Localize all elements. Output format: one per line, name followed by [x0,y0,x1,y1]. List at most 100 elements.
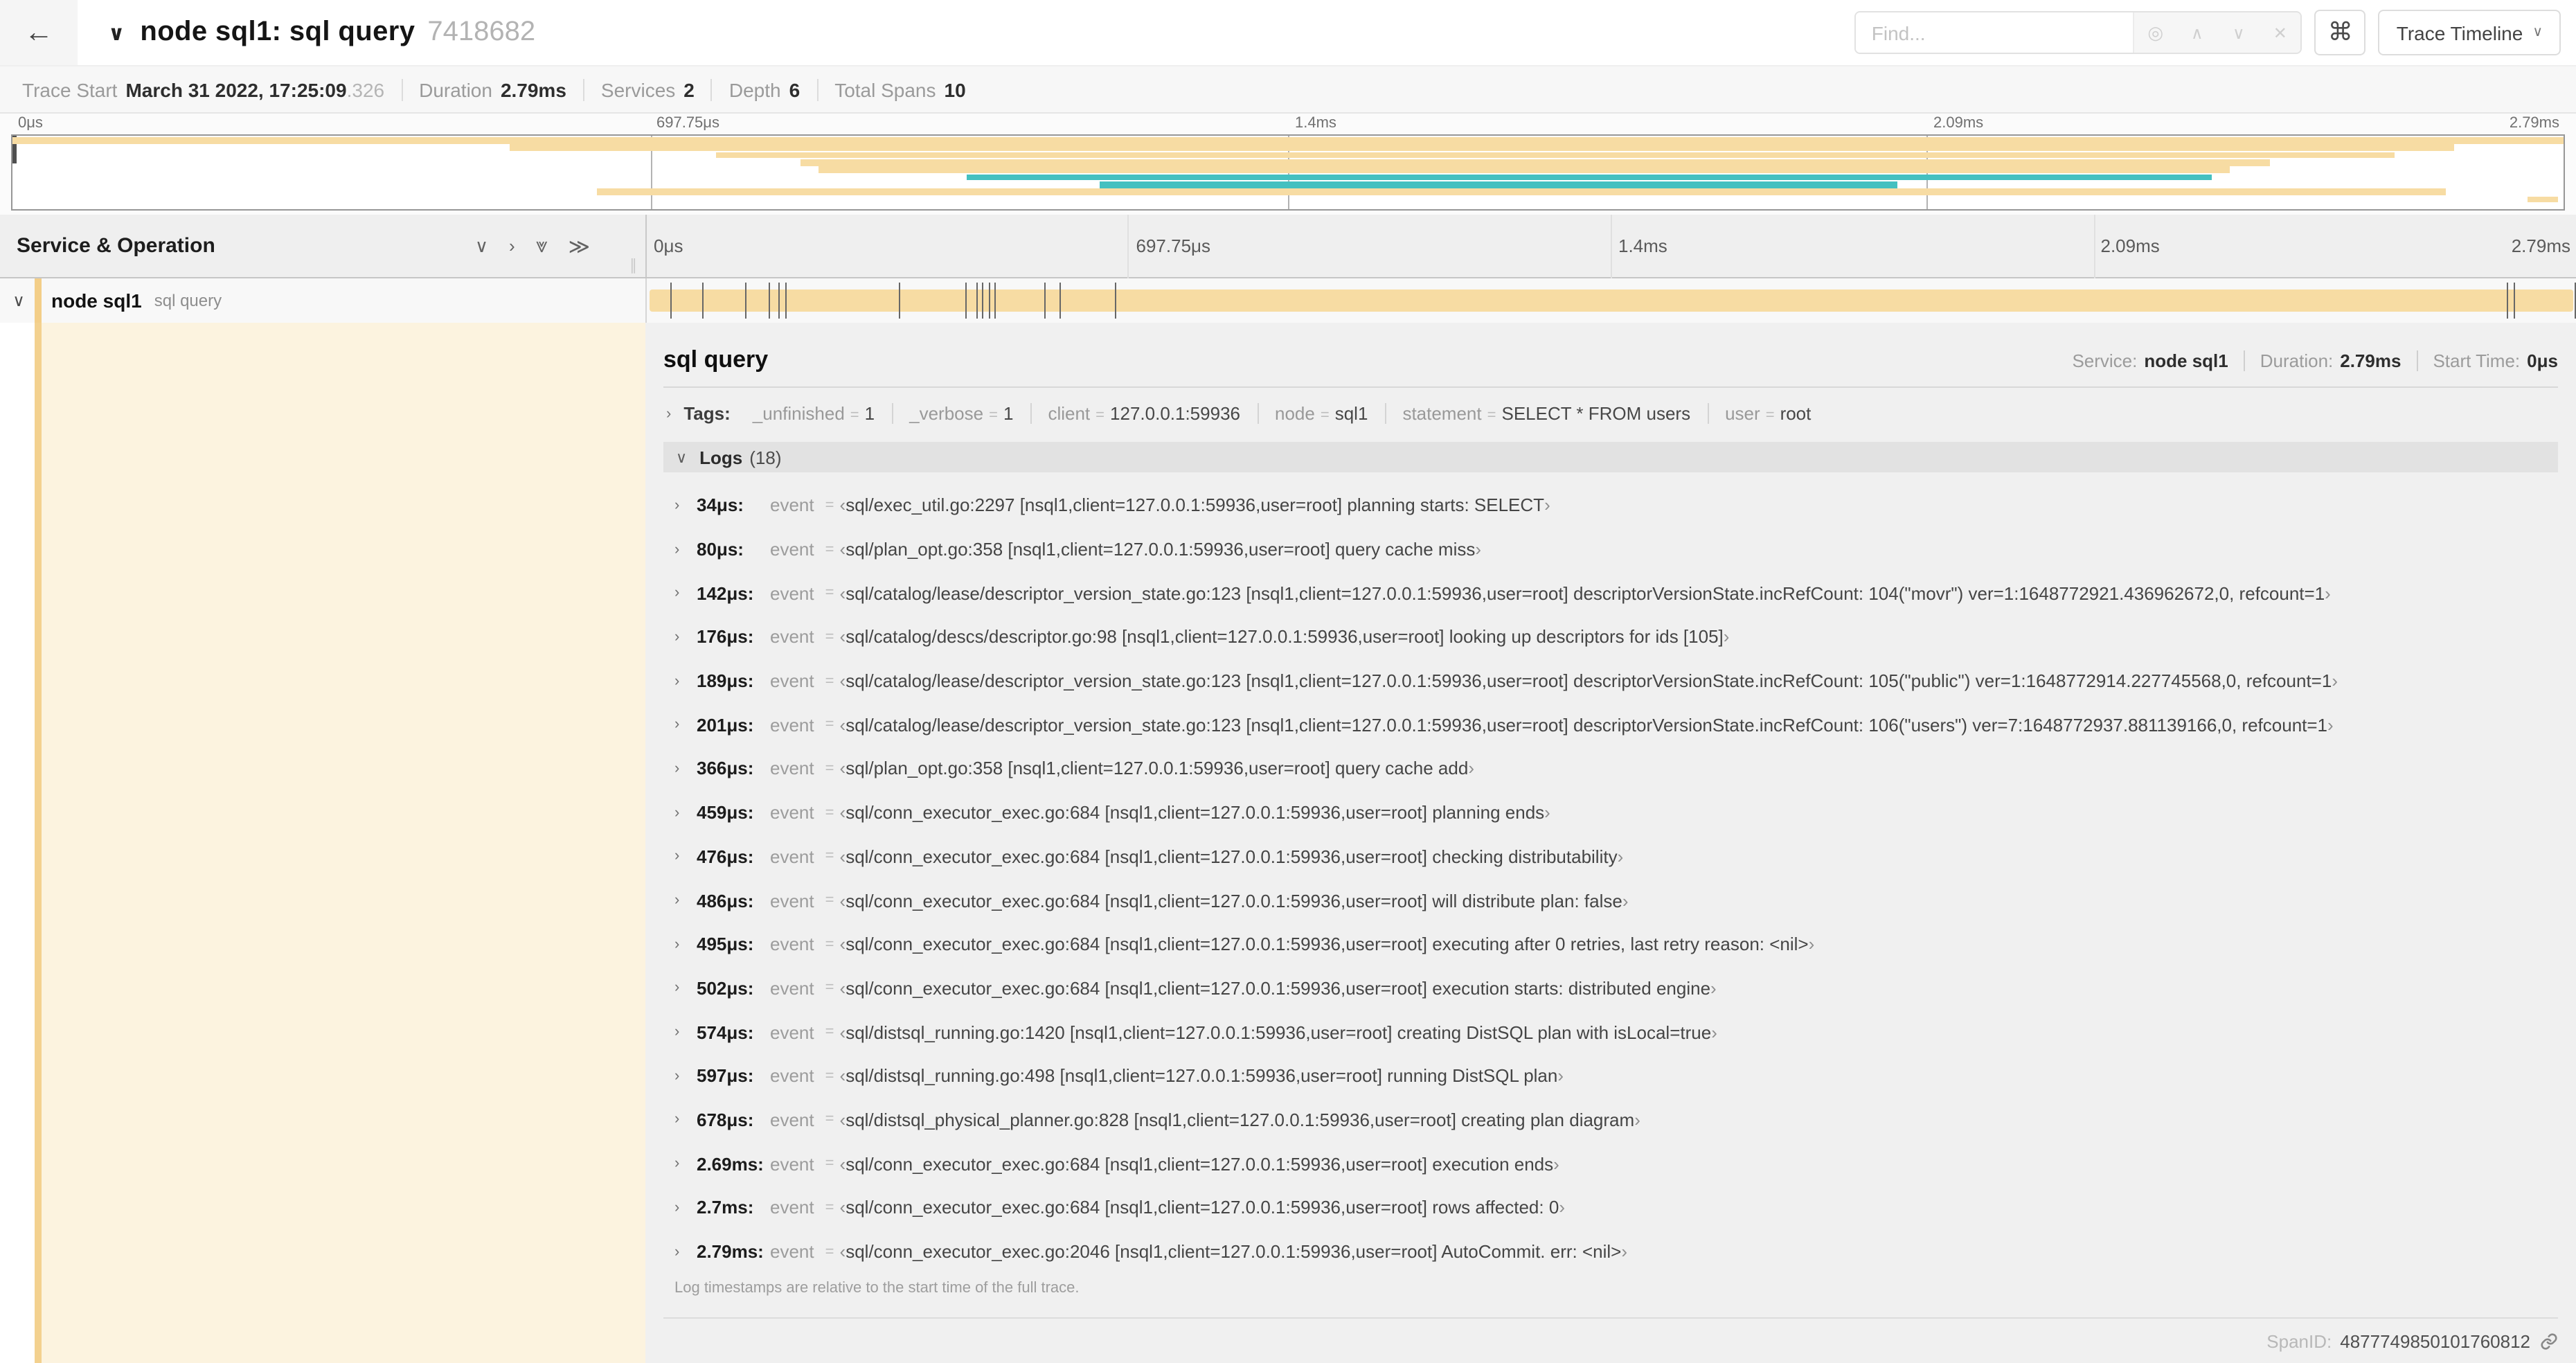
expand-all-icon[interactable]: ≫ [569,233,590,258]
close-quote: › [1617,846,1624,867]
ruler-tick-label: 2.09ms [1933,115,1984,132]
service-operation-title: Service & Operation [17,234,215,258]
log-expand-icon[interactable]: › [674,760,697,777]
log-row[interactable]: › 34μs: event = ‹sql/exec_util.go:2297 [nsql… [663,483,2558,527]
open-quote: ‹ [839,890,846,911]
log-expand-icon[interactable]: › [674,1243,697,1260]
clear-search-icon[interactable]: ✕ [2260,23,2301,42]
log-field-value: ‹sql/distsql_running.go:498 [nsql1,clien… [839,1065,1564,1087]
log-row[interactable]: › 476μs: event = ‹sql/conn_executor_exec.go:… [663,835,2558,878]
log-field-value: ‹sql/distsql_running.go:1420 [nsql1,clie… [839,1022,1717,1043]
log-row[interactable]: › 574μs: event = ‹sql/distsql_running.go:142… [663,1010,2558,1054]
equals-sign: = [825,672,834,690]
span-detail-name-column [0,323,645,1363]
open-quote: ‹ [839,977,846,999]
collapse-trace-chevron-icon[interactable]: ∨ [108,20,125,45]
ruler-tick-label: 697.75μs [1136,235,1211,256]
span-row-timeline[interactable] [645,278,2576,323]
log-row[interactable]: › 2.7ms: event = ‹sql/conn_executor_exec.go:… [663,1186,2558,1229]
open-quote: ‹ [839,758,846,779]
deep-link-icon[interactable] [2540,1332,2558,1350]
log-field-key: event [770,758,814,779]
equals-sign: = [825,1111,834,1128]
detail-duration-label: Duration: [2260,350,2334,371]
log-row[interactable]: › 459μs: event = ‹sql/conn_executor_exec.go:… [663,791,2558,835]
back-button[interactable]: ← [0,0,78,65]
log-field-key: event [770,582,814,604]
close-quote: › [1634,1109,1640,1130]
search-input[interactable] [1856,12,2134,53]
span-row[interactable]: ∨ node sql1 sql query [0,278,2576,323]
log-row[interactable]: › 201μs: event = ‹sql/catalog/lease/descript… [663,703,2558,747]
log-marker-tick [745,283,747,319]
log-expand-icon[interactable]: › [674,672,697,689]
locate-icon[interactable]: ◎ [2135,21,2176,44]
log-row[interactable]: › 2.69ms: event = ‹sql/conn_executor_exec.go… [663,1142,2558,1186]
log-expand-icon[interactable]: › [674,804,697,821]
log-row[interactable]: › 142μs: event = ‹sql/catalog/lease/descript… [663,571,2558,615]
depth-label: Depth [728,78,781,100]
log-row[interactable]: › 486μs: event = ‹sql/conn_executor_exec.go:… [663,878,2558,922]
log-row[interactable]: › 678μs: event = ‹sql/distsql_physical_plann… [663,1098,2558,1141]
minimap-span-bar [510,144,2454,151]
log-expand-icon[interactable]: › [674,1068,697,1085]
span-id-value: 4877749850101760812 [2340,1330,2530,1351]
log-field-value: ‹sql/catalog/descs/descriptor.go:98 [nsq… [839,626,1730,648]
prev-result-icon[interactable]: ∧ [2176,23,2218,42]
log-expand-icon[interactable]: › [674,497,697,514]
open-quote: ‹ [839,802,846,823]
view-selector-button[interactable]: Trace Timeline ∨ [2378,10,2561,55]
log-timestamp: 486μs: [697,890,754,911]
log-row[interactable]: › 80μs: event = ‹sql/plan_opt.go:358 [nsql1,… [663,527,2558,571]
span-id-row: SpanID: 4877749850101760812 [663,1317,2558,1363]
log-timestamp: 366μs: [697,758,754,779]
next-result-icon[interactable]: ∨ [2218,23,2260,42]
log-expand-icon[interactable]: › [674,1155,697,1172]
duration-label: Duration [419,78,492,100]
minimap-canvas[interactable] [11,134,2565,211]
log-expand-icon[interactable]: › [674,936,697,952]
log-row[interactable]: › 366μs: event = ‹sql/plan_opt.go:358 [nsql1… [663,747,2558,790]
log-field-key: event [770,539,814,560]
log-row[interactable]: › 597μs: event = ‹sql/distsql_running.go:498… [663,1054,2558,1098]
tag-value: root [1780,403,1812,424]
collapse-all-icon[interactable]: ⩔ [536,234,548,258]
span-service-name: node sql1 [51,289,142,312]
equals-sign: = [850,407,859,424]
log-expand-icon[interactable]: › [674,892,697,909]
log-field-value: ‹sql/plan_opt.go:358 [nsql1,client=127.0… [839,758,1475,779]
log-expand-icon[interactable]: › [674,980,697,997]
tags-label: Tags: [683,403,731,424]
log-row[interactable]: › 189μs: event = ‹sql/catalog/lease/descript… [663,659,2558,703]
log-expand-icon[interactable]: › [674,541,697,558]
keyboard-shortcuts-button[interactable]: ⌘ [2314,10,2366,55]
span-detail-highlight [42,323,645,1363]
services-value: 2 [683,78,695,100]
equals-sign: = [825,1243,834,1260]
log-row[interactable]: › 2.79ms: event = ‹sql/conn_executor_exec.go… [663,1229,2558,1273]
log-expand-icon[interactable]: › [674,1200,697,1216]
detail-service: Service: node sql1 [2057,350,2228,371]
logs-header[interactable]: ∨ Logs (18) [663,442,2558,472]
log-expand-icon[interactable]: › [674,848,697,865]
log-marker-tick [2514,283,2516,319]
tags-row[interactable]: › Tags: _unfinished = 1 _verbose = 1 client = 12… [663,403,2558,424]
log-expand-icon[interactable]: › [674,585,697,601]
log-row[interactable]: › 502μs: event = ‹sql/conn_executor_exec.go:… [663,966,2558,1010]
expand-one-icon[interactable]: › [509,235,515,256]
log-expand-icon[interactable]: › [674,1112,697,1128]
log-expand-icon[interactable]: › [674,629,697,645]
column-resize-handle[interactable]: ∥ [629,256,637,274]
log-timestamp: 574μs: [697,1022,754,1043]
duration-value: 2.79ms [500,78,566,100]
span-collapse-icon[interactable]: ∨ [7,291,30,310]
log-expand-icon[interactable]: › [674,717,697,733]
collapse-one-icon[interactable]: ∨ [475,235,488,257]
log-marker-tick [994,283,996,319]
span-duration-bar[interactable] [650,289,2573,312]
chevron-down-icon: ∨ [2532,25,2543,40]
log-row[interactable]: › 176μs: event = ‹sql/catalog/descs/descript… [663,615,2558,659]
log-row[interactable]: › 495μs: event = ‹sql/conn_executor_exec.go:… [663,923,2558,966]
log-timestamp: 495μs: [697,934,754,955]
log-expand-icon[interactable]: › [674,1024,697,1040]
